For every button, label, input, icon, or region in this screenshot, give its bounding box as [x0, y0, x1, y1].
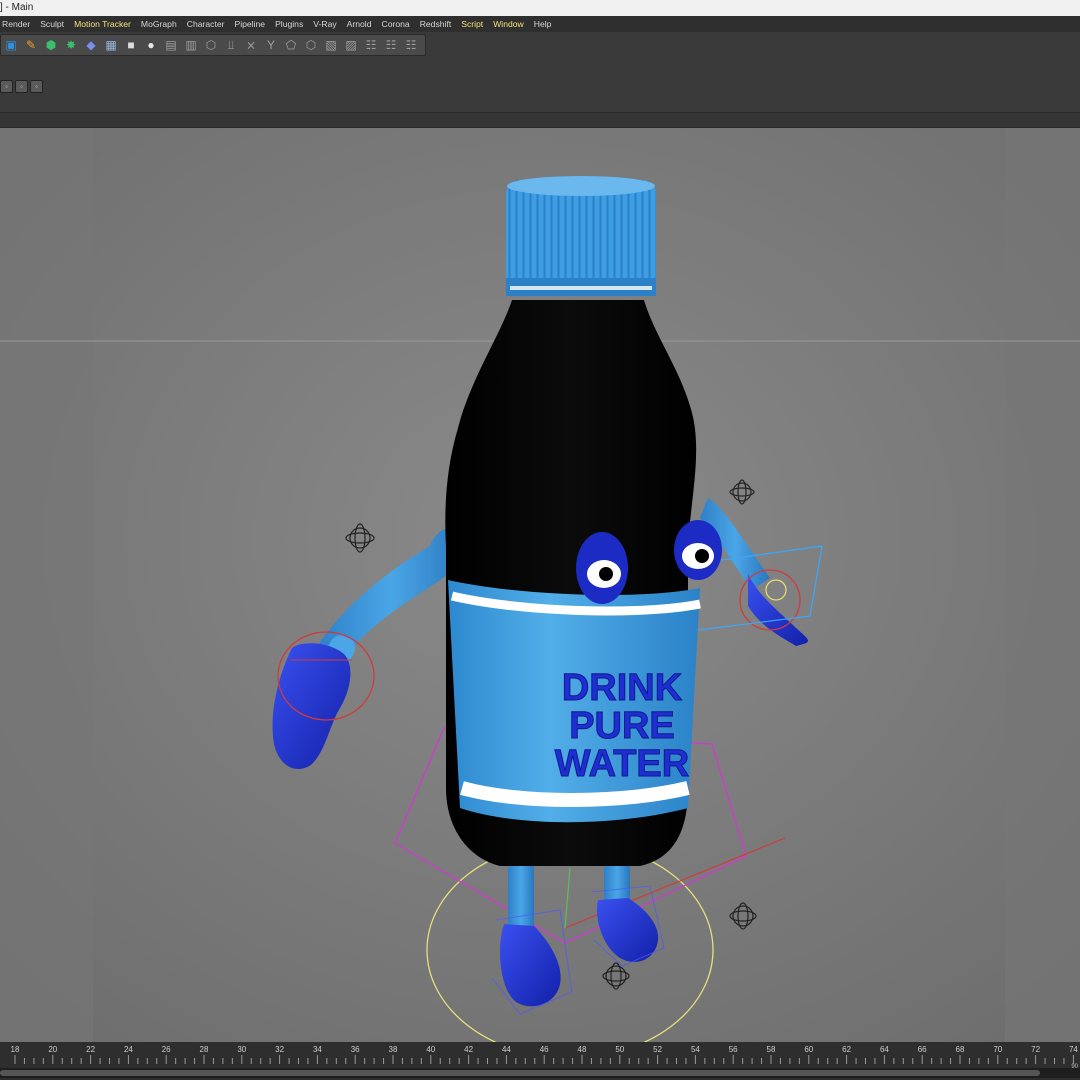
label-line-2: PURE [569, 705, 675, 747]
3d-viewport[interactable]: DRINK PURE WATER [0, 128, 1080, 1042]
timeline-tick-label: 54 [691, 1045, 700, 1054]
deformer-icon[interactable]: ◆ [83, 37, 100, 54]
timeline-tick-label: 74 [1069, 1045, 1078, 1054]
window-title-bar: ] - Main [0, 0, 1080, 16]
timeline-ruler[interactable]: 18 20 22 24 26 28 30 32 34 36 38 40 42 44 46 48 50 52 54 56… [0, 1042, 1080, 1064]
tool-icon-11[interactable]: ☷ [363, 37, 380, 54]
timeline-tick-label: 34 [313, 1045, 322, 1054]
grid-icon-1[interactable]: ▤ [163, 37, 180, 54]
cube-icon[interactable]: ▣ [3, 37, 20, 54]
tool-icon-6[interactable]: Y [263, 37, 280, 54]
timeline-tick-label: 56 [729, 1045, 738, 1054]
timeline-scroll-thumb[interactable] [0, 1070, 1040, 1076]
main-toolbar: ▣ ✎ ⬢ ✸ ◆ ▦ ■ ● ▤ ▥ ⬡ ⫫ ⨯ Y ⬠ ⬡ ▧ ▨ ☷ ☷ ☷ [0, 32, 1080, 56]
mode-buttons: ◦ ◦ ◦ [0, 80, 43, 93]
menu-item-pipeline[interactable]: Pipeline [229, 19, 270, 29]
timeline-tick-label: 28 [200, 1045, 209, 1054]
safe-frame-left [0, 128, 93, 1042]
subdivision-icon[interactable]: ⬢ [43, 37, 60, 54]
toolbar-icon-group: ▣ ✎ ⬢ ✸ ◆ ▦ ■ ● ▤ ▥ ⬡ ⫫ ⨯ Y ⬠ ⬡ ▧ ▨ ☷ ☷ ☷ [0, 34, 426, 56]
tool-icon-13[interactable]: ☷ [403, 37, 420, 54]
light-icon[interactable]: ● [143, 37, 160, 54]
timeline-tick-label: 20 [48, 1045, 57, 1054]
timeline-tick-label: 18 [11, 1045, 20, 1054]
array-icon[interactable]: ✸ [63, 37, 80, 54]
pen-icon[interactable]: ✎ [23, 37, 40, 54]
menu-item-character[interactable]: Character [182, 19, 230, 29]
timeline-tick-label: 60 [804, 1045, 813, 1054]
timeline-tick-label: 44 [502, 1045, 511, 1054]
menu-item-sculpt[interactable]: Sculpt [35, 19, 69, 29]
menu-item-motion-tracker[interactable]: Motion Tracker [69, 19, 136, 29]
menu-item-arnold[interactable]: Arnold [342, 19, 377, 29]
tool-icon-2[interactable]: ▥ [183, 37, 200, 54]
tool-icon-8[interactable]: ⬡ [303, 37, 320, 54]
timeline-tick-label: 36 [351, 1045, 360, 1054]
timeline-tick-label: 42 [464, 1045, 473, 1054]
safe-frame-right [1005, 128, 1080, 1042]
floor-icon[interactable]: ▦ [103, 37, 120, 54]
timeline-tick-label: 26 [162, 1045, 171, 1054]
camera-icon[interactable]: ■ [123, 37, 140, 54]
tool-icon-10[interactable]: ▨ [343, 37, 360, 54]
bottle-cap [506, 180, 656, 290]
ik-icon[interactable]: ⨯ [243, 37, 260, 54]
label-line-1: DRINK [562, 667, 683, 709]
secondary-toolbar: ◦ ◦ ◦ [0, 56, 1080, 113]
menu-item-render[interactable]: Render [0, 19, 35, 29]
menu-item-corona[interactable]: Corona [377, 19, 415, 29]
tool-icon-7[interactable]: ⬠ [283, 37, 300, 54]
timeline-tick-label: 22 [86, 1045, 95, 1054]
menu-item-plugins[interactable]: Plugins [270, 19, 308, 29]
menu-item-v-ray[interactable]: V-Ray [308, 19, 341, 29]
menu-item-help[interactable]: Help [529, 19, 557, 29]
timeline-tick-label: 62 [842, 1045, 851, 1054]
timeline-tick-label: 38 [389, 1045, 398, 1054]
timeline-tick-label: 50 [615, 1045, 624, 1054]
timeline-tick-label: 48 [578, 1045, 587, 1054]
joint-icon[interactable]: ⫫ [223, 37, 240, 54]
timeline-tick-label: 40 [426, 1045, 435, 1054]
timeline-tick-label: 52 [653, 1045, 662, 1054]
timeline-tick-label: 64 [880, 1045, 889, 1054]
mode-button-3[interactable]: ◦ [30, 80, 43, 93]
timeline-tick-label: 32 [275, 1045, 284, 1054]
timeline-tick-label: 72 [1031, 1045, 1040, 1054]
label-line-3: WATER [555, 743, 689, 785]
timeline-tick-label: 68 [956, 1045, 965, 1054]
menu-item-mograph[interactable]: MoGraph [136, 19, 182, 29]
viewport-header [0, 113, 1080, 128]
tool-icon-3[interactable]: ⬡ [203, 37, 220, 54]
menu-bar: Render Sculpt Motion Tracker MoGraph Charact… [0, 16, 1080, 32]
timeline-tick-label: 30 [237, 1045, 246, 1054]
mode-button-2[interactable]: ◦ [15, 80, 28, 93]
menu-item-script[interactable]: Script [456, 19, 488, 29]
timeline-tick-label: 70 [993, 1045, 1002, 1054]
tool-icon-9[interactable]: ▧ [323, 37, 340, 54]
tool-icon-12[interactable]: ☷ [383, 37, 400, 54]
menu-item-redshift[interactable]: Redshift [415, 19, 457, 29]
window-title: ] - Main [0, 2, 34, 13]
menu-item-window[interactable]: Window [488, 19, 529, 29]
timeline-scrollbar[interactable] [0, 1068, 1080, 1078]
timeline-tick-label: 66 [918, 1045, 927, 1054]
timeline-tick-label: 24 [124, 1045, 133, 1054]
timeline-tick-label: 58 [767, 1045, 776, 1054]
mode-button-1[interactable]: ◦ [0, 80, 13, 93]
viewport-scene: DRINK PURE WATER [0, 128, 1080, 1042]
timeline[interactable]: 18 20 22 24 26 28 30 32 34 36 38 40 42 44 46 48 50 52 54 56… [0, 1042, 1080, 1080]
timeline-tick-label: 46 [540, 1045, 549, 1054]
